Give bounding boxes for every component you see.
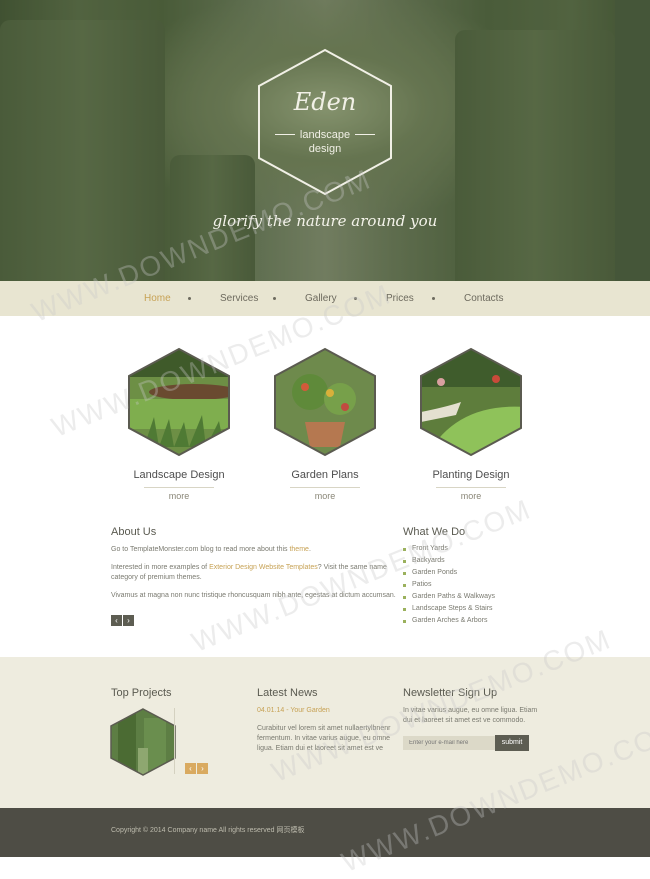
bullet-icon — [403, 560, 406, 563]
latest-news-heading: Latest News — [257, 687, 318, 699]
prev-arrow-icon[interactable]: ‹ — [185, 763, 196, 774]
theme-link[interactable]: theme — [289, 546, 308, 553]
feature-label[interactable]: Planting Design — [396, 469, 546, 481]
about-paragraph-2: Interested in more examples of Exterior … — [111, 563, 396, 583]
flower-pot-image[interactable] — [270, 347, 380, 457]
newsletter-heading: Newsletter Sign Up — [403, 687, 498, 699]
list-item[interactable]: Patios — [412, 581, 431, 588]
footer-bar — [0, 808, 650, 857]
bullet-icon — [403, 608, 406, 611]
hero-tagline: glorify the nature around you — [212, 212, 438, 230]
feature-label[interactable]: Garden Plans — [250, 469, 400, 481]
next-arrow-icon[interactable]: › — [197, 763, 208, 774]
main-navigation: Home Services Gallery Prices Contacts — [0, 281, 650, 316]
about-paragraph-1: Go to TemplateMonster.com blog to read m… — [111, 545, 391, 555]
nav-separator — [354, 297, 357, 300]
bullet-icon — [403, 572, 406, 575]
garden-path-image[interactable] — [416, 347, 526, 457]
feature-divider — [144, 487, 214, 488]
about-text: . — [308, 546, 311, 553]
next-arrow-icon[interactable]: › — [123, 615, 134, 626]
projects-divider — [174, 708, 175, 774]
newsletter-text: In vitae varius augue, eu omne ligua. Et… — [403, 707, 538, 724]
feature-more-link[interactable]: more — [416, 491, 526, 501]
copyright-text: Copyright © 2014 Company name All rights… — [111, 827, 305, 834]
bullet-icon — [403, 584, 406, 587]
logo-title: Eden — [293, 88, 357, 116]
projects-pager: ‹ › — [185, 763, 209, 774]
prev-arrow-icon[interactable]: ‹ — [111, 615, 122, 626]
nav-item-contacts[interactable]: Contacts — [464, 293, 503, 304]
nav-item-prices[interactable]: Prices — [386, 293, 414, 304]
templates-link[interactable]: Exterior Design Website Templates — [209, 564, 318, 571]
list-item[interactable]: Garden Arches & Arbors — [412, 617, 487, 624]
bullet-icon — [403, 596, 406, 599]
hero-banner: Eden landscape design glorify the nature… — [0, 0, 650, 281]
news-excerpt: Curabitur vel lorem sit amet nullaertylb… — [257, 725, 391, 752]
feature-label[interactable]: Landscape Design — [104, 469, 254, 481]
feature-planting-design[interactable]: Planting Design more — [416, 347, 526, 501]
project-thumbnail-image[interactable] — [110, 708, 176, 776]
about-text: Go to TemplateMonster.com blog to read m… — [111, 546, 290, 553]
feature-more-link[interactable]: more — [124, 491, 234, 501]
list-item[interactable]: Backyards — [412, 557, 445, 564]
news-meta[interactable]: 04.01.14 - Your Garden — [257, 706, 392, 716]
nav-item-gallery[interactable]: Gallery — [305, 293, 337, 304]
feature-divider — [290, 487, 360, 488]
bullet-icon — [403, 548, 406, 551]
what-we-do-heading: What We Do — [403, 526, 466, 538]
garden-lawn-image[interactable] — [124, 347, 234, 457]
submit-button[interactable]: submit — [495, 735, 529, 751]
hexagon-frame-icon — [258, 48, 392, 196]
list-item[interactable]: Garden Ponds — [412, 569, 457, 576]
list-item[interactable]: Front Yards — [412, 545, 448, 552]
about-pager: ‹ › — [111, 615, 135, 626]
feature-more-link[interactable]: more — [270, 491, 380, 501]
nav-item-services[interactable]: Services — [220, 293, 258, 304]
nav-separator — [188, 297, 191, 300]
about-text: Interested in more examples of — [111, 564, 210, 571]
list-item[interactable]: Landscape Steps & Stairs — [412, 605, 493, 612]
logo[interactable]: Eden landscape design — [255, 48, 395, 196]
logo-subtitle: landscape design — [299, 129, 351, 155]
feature-divider — [436, 487, 506, 488]
top-projects-heading: Top Projects — [111, 687, 172, 699]
nav-separator — [432, 297, 435, 300]
email-field[interactable] — [403, 736, 495, 750]
about-heading: About Us — [111, 526, 157, 538]
nav-item-home[interactable]: Home — [144, 293, 171, 304]
feature-landscape-design[interactable]: Landscape Design more — [124, 347, 234, 501]
about-paragraph-3: Vivamus at magna non nunc tristique rhon… — [111, 592, 396, 599]
bullet-icon — [403, 620, 406, 623]
feature-garden-plans[interactable]: Garden Plans more — [270, 347, 380, 501]
list-item[interactable]: Garden Paths & Walkways — [412, 593, 495, 600]
nav-separator — [273, 297, 276, 300]
